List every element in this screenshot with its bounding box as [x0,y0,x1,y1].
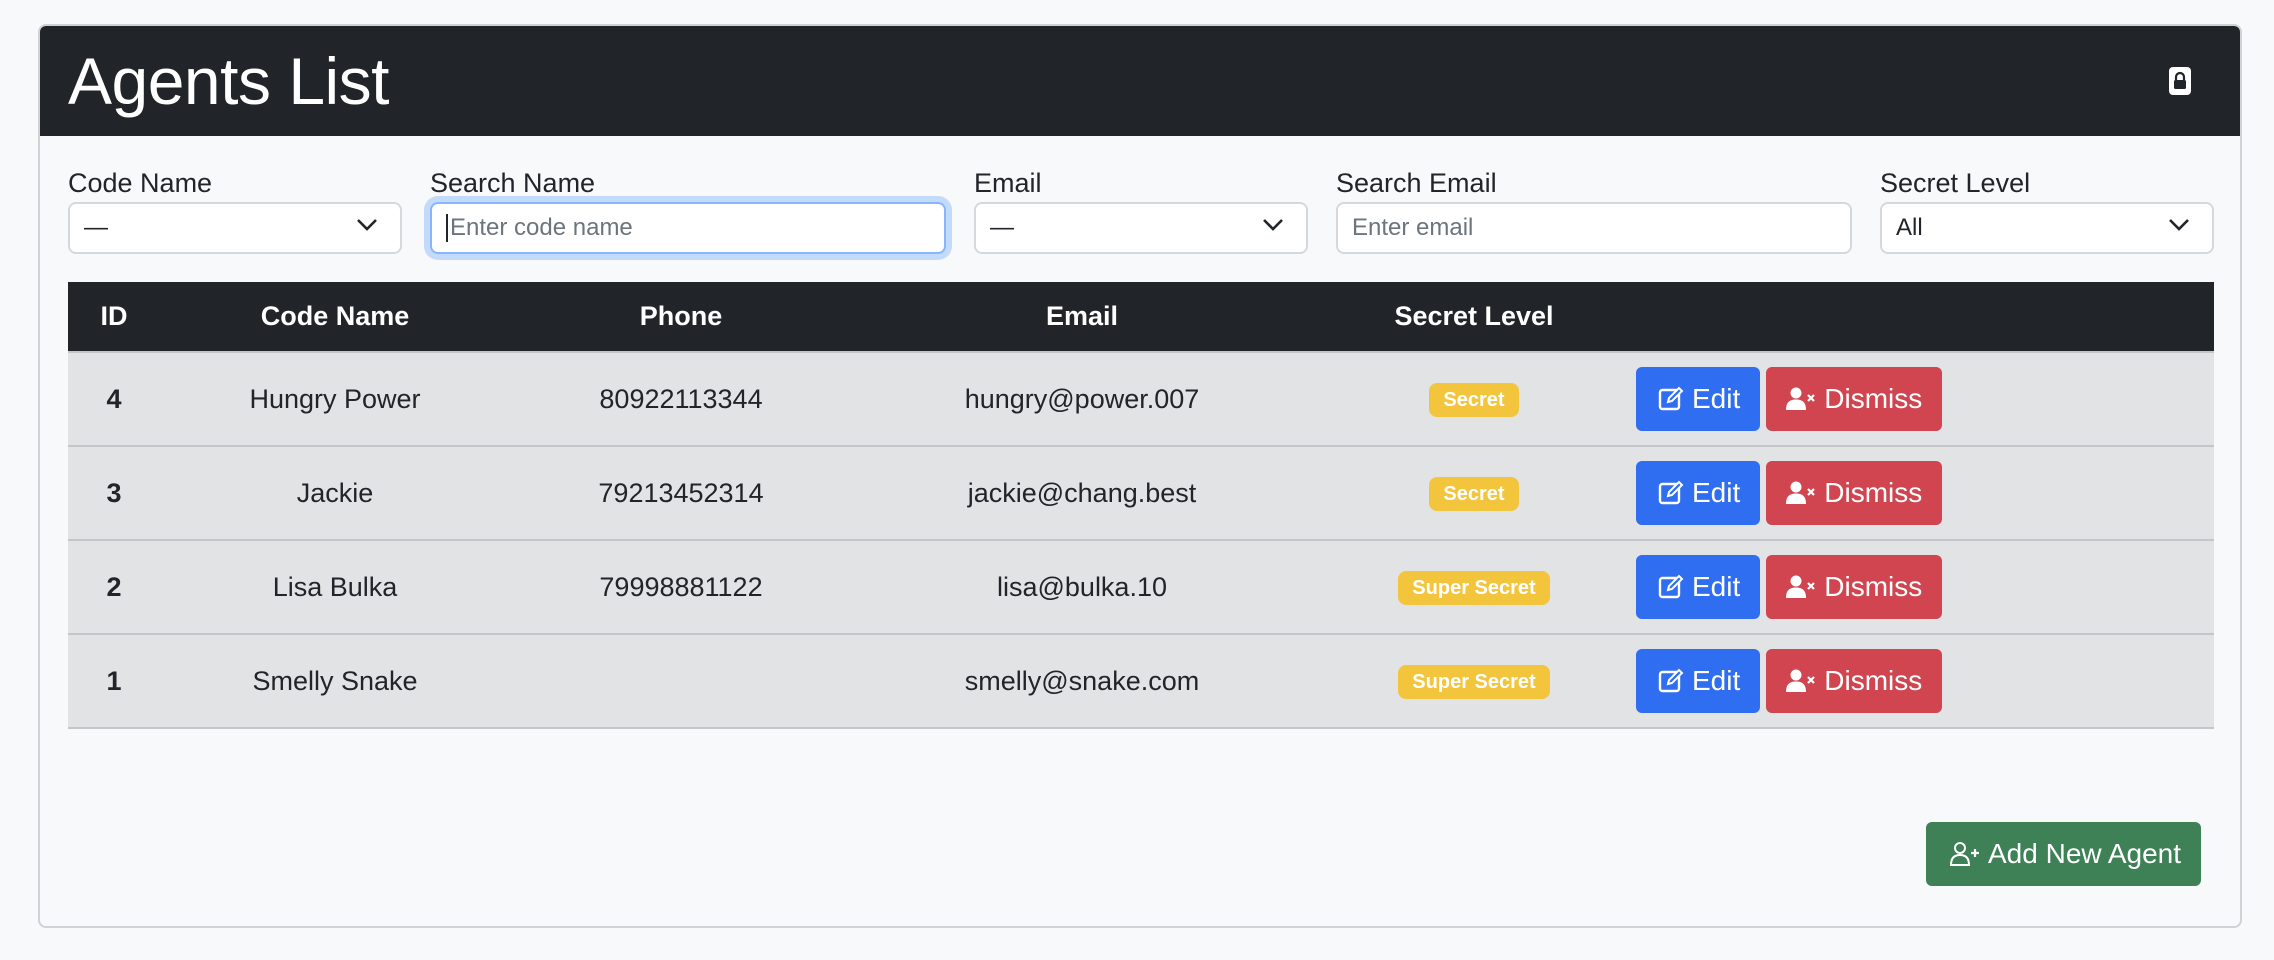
column-header-email[interactable]: Email [852,282,1312,352]
search-name-input[interactable]: Enter code name [430,202,946,254]
agent-id: 1 [106,665,122,696]
add-new-agent-button[interactable]: Add New Agent [1926,822,2202,886]
add-new-agent-label: Add New Agent [1988,838,2182,869]
text-caret [446,214,448,242]
email-label: Email [974,168,1042,198]
edit-button[interactable]: Edit [1636,461,1761,525]
agent-phone [510,634,852,728]
secret-level-badge: Super Secret [1398,570,1550,605]
search-name-filter: Search Name Enter code name [430,166,946,254]
agent-phone: 79213452314 [598,477,764,508]
dismiss-label: Dismiss [1824,665,1923,696]
column-header-phone[interactable]: Phone [510,282,852,352]
secret-level-select[interactable]: All [1880,202,2214,254]
agent-id: 4 [106,383,122,414]
secret-level-badge: Secret [1429,382,1519,417]
agent-secret-level: Secret [1312,352,1636,446]
search-name-label: Search Name [430,168,596,198]
edit-label: Edit [1692,383,1741,414]
user-plus-icon [1950,842,1979,866]
chevron-down-icon [2169,219,2189,231]
agents-card: Agents List Code Name — Search Name Ente… [38,24,2242,928]
secret-level-select-value: All [1896,214,1923,241]
chevron-down-icon [357,219,377,231]
agent-code-name: Smelly Snake [252,665,418,696]
page-title: Agents List [68,44,390,118]
edit-label: Edit [1692,477,1741,508]
email-filter: Email — [974,166,1308,254]
dismiss-button[interactable]: Dismiss [1766,367,1943,431]
table-row: 4 Hungry Power 80922113344 hungry@power.… [68,352,2214,446]
dismiss-label: Dismiss [1824,383,1923,414]
edit-button[interactable]: Edit [1636,555,1761,619]
edit-button[interactable]: Edit [1636,649,1761,713]
table-row: 2 Lisa Bulka 79998881122 lisa@bulka.10 S… [68,540,2214,634]
card-header: Agents List [40,26,2240,136]
search-email-input[interactable]: Enter email [1336,202,1852,254]
dismiss-label: Dismiss [1824,571,1923,602]
secret-level-label: Secret Level [1880,168,2031,198]
dismiss-label: Dismiss [1824,477,1923,508]
agent-email: jackie@chang.best [967,477,1197,508]
agent-phone: 80922113344 [599,383,763,414]
agent-secret-level: Super Secret [1312,540,1636,634]
search-email-filter: Search Email Enter email [1336,166,1852,254]
user-x-icon [1786,575,1816,598]
agent-code-name: Hungry Power [249,383,421,414]
edit-label: Edit [1692,665,1741,696]
column-header-code-name[interactable]: Code Name [160,282,510,352]
agents-table: ID Code Name Phone Email Secret Level 4 … [68,282,2214,729]
code-name-select-value: — [84,214,108,241]
agent-id: 3 [106,477,122,508]
column-header-secret-level[interactable]: Secret Level [1312,282,1636,352]
row-actions: Edit Dismiss [1636,352,2214,446]
user-x-icon [1786,387,1816,410]
search-email-placeholder: Enter email [1352,214,1474,241]
row-actions: Edit Dismiss [1636,634,2214,728]
table-header-row: ID Code Name Phone Email Secret Level [68,282,2214,352]
edit-icon [1658,480,1684,505]
chevron-down-icon [1263,219,1283,231]
agent-secret-level: Secret [1312,446,1636,540]
column-header-id[interactable]: ID [68,282,160,352]
edit-icon [1658,386,1684,411]
agent-id: 2 [106,571,122,602]
agent-phone: 79998881122 [599,571,763,602]
agent-email: smelly@snake.com [964,665,1200,696]
search-email-label: Search Email [1336,168,1497,198]
edit-label: Edit [1692,571,1741,602]
row-actions: Edit Dismiss [1636,446,2214,540]
code-name-filter: Code Name — [68,166,402,254]
filters-row: Code Name — Search Name Enter code name … [68,166,2214,256]
edit-icon [1658,668,1684,693]
email-select-value: — [990,214,1014,241]
edit-button[interactable]: Edit [1636,367,1761,431]
search-name-placeholder: Enter code name [450,214,633,241]
secret-level-filter: Secret Level All [1880,166,2214,254]
user-x-icon [1786,669,1816,692]
code-name-select[interactable]: — [68,202,402,254]
secret-level-badge: Secret [1429,476,1519,511]
agent-code-name: Lisa Bulka [272,571,398,602]
agent-email: hungry@power.007 [964,383,1200,414]
secret-level-badge: Super Secret [1398,664,1550,699]
dismiss-button[interactable]: Dismiss [1766,649,1943,713]
agent-code-name: Jackie [296,477,374,508]
email-select[interactable]: — [974,202,1308,254]
agent-secret-level: Super Secret [1312,634,1636,728]
code-name-label: Code Name [68,168,213,198]
user-x-icon [1786,481,1816,504]
lock-icon[interactable] [2166,67,2194,95]
row-actions: Edit Dismiss [1636,540,2214,634]
column-header-actions [1636,282,2214,352]
agent-email: lisa@bulka.10 [996,571,1167,602]
dismiss-button[interactable]: Dismiss [1766,461,1943,525]
edit-icon [1658,574,1684,599]
table-row: 1 Smelly Snake smelly@snake.com Super Se… [68,634,2214,728]
dismiss-button[interactable]: Dismiss [1766,555,1943,619]
table-row: 3 Jackie 79213452314 jackie@chang.best S… [68,446,2214,540]
